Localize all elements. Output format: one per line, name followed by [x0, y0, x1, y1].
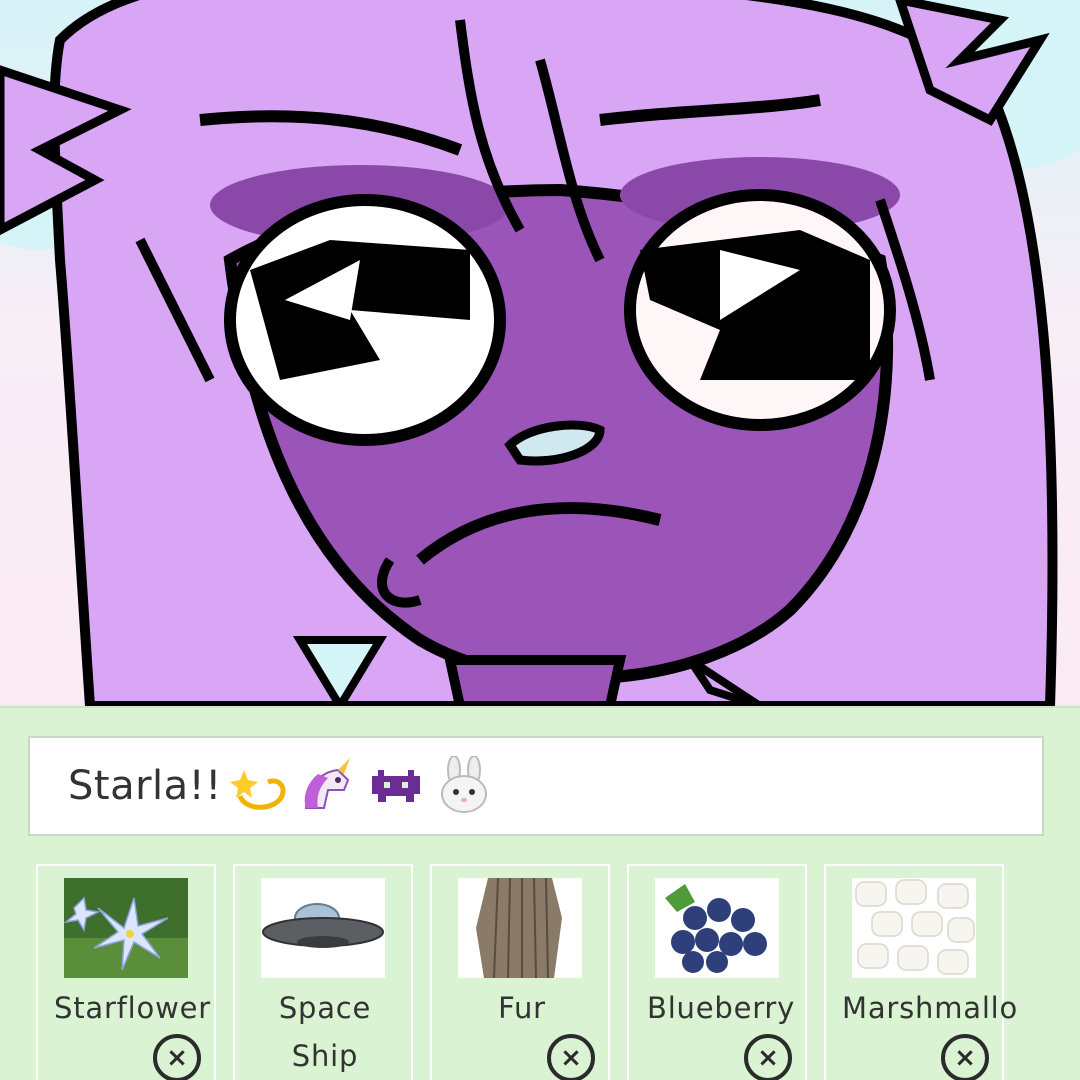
tag-label: Space Ship [278, 991, 372, 1073]
close-icon: × [757, 1043, 779, 1073]
remove-tag-button[interactable]: × [941, 1034, 989, 1080]
remove-tag-button[interactable]: × [744, 1034, 792, 1080]
tag-card-starflower[interactable]: Starflower × [36, 864, 216, 1080]
dizzy-emoji-icon [229, 756, 290, 816]
space-ship-photo-icon [261, 878, 385, 978]
unicorn-emoji-icon [298, 756, 358, 816]
marshmallow-photo-icon [852, 878, 976, 978]
remove-tag-button[interactable]: × [153, 1034, 201, 1080]
close-icon: × [560, 1043, 582, 1073]
close-icon: × [166, 1043, 188, 1073]
blueberry-photo-icon [655, 878, 779, 978]
interest-tags: Starflower × Space Ship × [36, 864, 1036, 1080]
name-field[interactable]: Starla!! [28, 736, 1044, 836]
starflower-photo-icon [64, 878, 188, 978]
name-text: Starla!! [68, 763, 222, 809]
remove-tag-button[interactable]: × [547, 1034, 595, 1080]
profile-panel: Starla!! Starflower × Space Ship Fur × B… [0, 706, 1080, 1080]
tag-label: Marshmallo [842, 991, 1019, 1025]
tag-label: Fur [498, 991, 546, 1025]
rabbit-face-emoji-icon [434, 755, 494, 816]
tag-card-fur[interactable]: Fur × [430, 864, 610, 1080]
tag-card-blueberry[interactable]: Blueberry × [627, 864, 807, 1080]
close-icon: × [954, 1043, 976, 1073]
character-illustration [0, 0, 1080, 706]
grumpy-purple-character-art [0, 0, 1080, 706]
tag-card-marshmallow[interactable]: Marshmallo × [824, 864, 1017, 1080]
tag-card-space-ship[interactable]: Space Ship × [233, 864, 413, 1080]
space-invader-emoji-icon [366, 756, 426, 816]
fur-photo-icon [458, 878, 582, 978]
